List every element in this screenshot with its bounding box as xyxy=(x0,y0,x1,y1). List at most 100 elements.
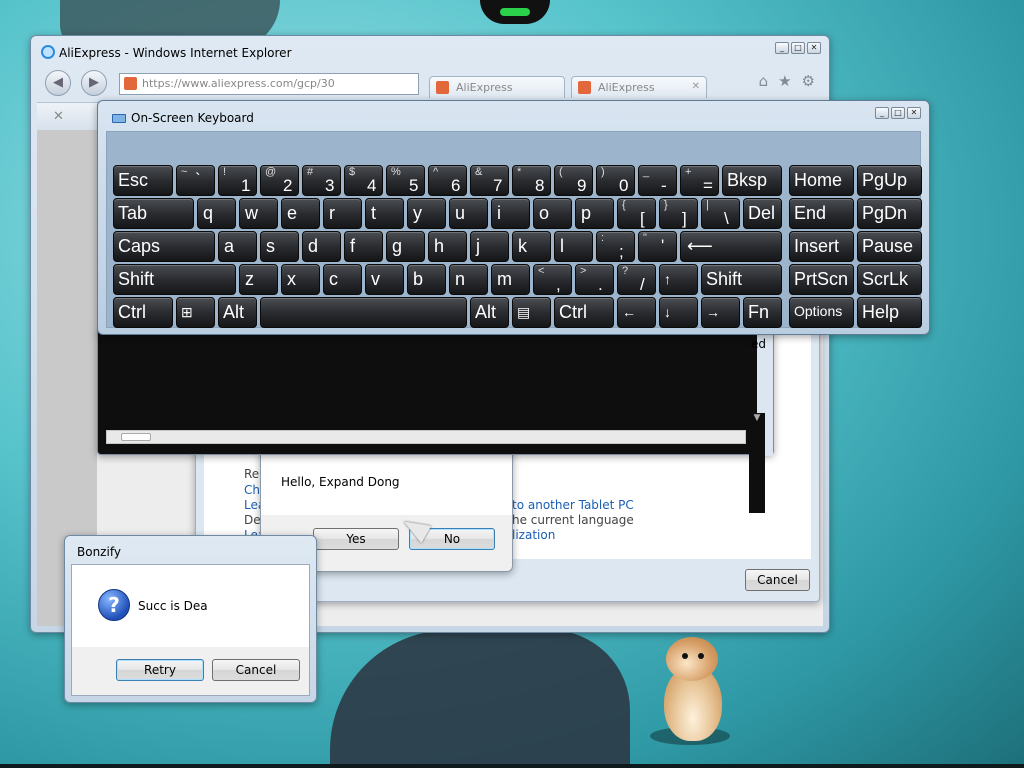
key-ctrl-left[interactable]: Ctrl xyxy=(113,297,173,328)
tab-aliexpress-2[interactable]: AliExpress ✕ xyxy=(571,76,707,98)
key-esc[interactable]: Esc xyxy=(113,165,173,196)
key-arrow-up[interactable]: ↑ xyxy=(659,264,698,295)
key-home[interactable]: Home xyxy=(789,165,854,196)
key-9[interactable]: (9 xyxy=(554,165,593,196)
settings-link[interactable]: lization xyxy=(512,528,555,542)
key-insert[interactable]: Insert xyxy=(789,231,854,262)
key-arrow-right[interactable]: → xyxy=(701,297,740,328)
key-3[interactable]: #3 xyxy=(302,165,341,196)
key-enter[interactable]: ⟵ xyxy=(680,231,782,262)
key-left-bracket[interactable]: {[ xyxy=(617,198,656,229)
key-d[interactable]: d xyxy=(302,231,341,262)
key-2[interactable]: @2 xyxy=(260,165,299,196)
key-options[interactable]: Options xyxy=(789,297,854,328)
key-prtscn[interactable]: PrtScn xyxy=(789,264,854,295)
key-minus[interactable]: _ - xyxy=(638,165,677,196)
key-6[interactable]: ^ 6 xyxy=(428,165,467,196)
key-semicolon[interactable]: :; xyxy=(596,231,635,262)
key-j[interactable]: j xyxy=(470,231,509,262)
key-pgup[interactable]: PgUp xyxy=(857,165,922,196)
key-n[interactable]: n xyxy=(449,264,488,295)
key-quote[interactable]: " ' xyxy=(638,231,677,262)
tab-aliexpress-1[interactable]: AliExpress xyxy=(429,76,565,98)
key-caps[interactable]: Caps xyxy=(113,231,215,262)
key-tilde[interactable]: ~ ` xyxy=(176,165,215,196)
bonzify-cancel-button[interactable]: Cancel xyxy=(212,659,300,681)
key-backslash[interactable]: | \ xyxy=(701,198,740,229)
key-help[interactable]: Help xyxy=(857,297,922,328)
key-k[interactable]: k xyxy=(512,231,551,262)
key-i[interactable]: i xyxy=(491,198,530,229)
key-5[interactable]: % 5 xyxy=(386,165,425,196)
key-space[interactable] xyxy=(260,297,467,328)
horizontal-scrollbar[interactable] xyxy=(106,430,746,444)
back-icon[interactable]: ◀ xyxy=(45,70,71,96)
key-u[interactable]: u xyxy=(449,198,488,229)
key-fn[interactable]: Fn xyxy=(743,297,782,328)
key-period[interactable]: >. xyxy=(575,264,614,295)
hamster-mascot[interactable] xyxy=(650,635,730,745)
key-a[interactable]: a xyxy=(218,231,257,262)
scroll-down-icon[interactable]: ▼ xyxy=(749,413,765,513)
key-c[interactable]: c xyxy=(323,264,362,295)
key-p[interactable]: p xyxy=(575,198,614,229)
key-w[interactable]: w xyxy=(239,198,278,229)
close-button[interactable]: ✕ xyxy=(907,107,921,119)
key-arrow-left[interactable]: ← xyxy=(617,297,656,328)
key-shift-right[interactable]: Shift xyxy=(701,264,782,295)
key-tab[interactable]: Tab xyxy=(113,198,194,229)
key-r[interactable]: r xyxy=(323,198,362,229)
scrollbar-thumb[interactable] xyxy=(121,433,151,441)
favorites-icon[interactable]: ★ xyxy=(778,72,791,90)
minimize-button[interactable]: _ xyxy=(875,107,889,119)
key-t[interactable]: t xyxy=(365,198,404,229)
key-7[interactable]: & 7 xyxy=(470,165,509,196)
key-shift-left[interactable]: Shift xyxy=(113,264,236,295)
address-bar[interactable]: https://www.aliexpress.com/gcp/30 xyxy=(119,73,419,95)
key-backspace[interactable]: Bksp xyxy=(722,165,782,196)
yes-button[interactable]: Yes xyxy=(313,528,399,550)
key-0[interactable]: ) 0 xyxy=(596,165,635,196)
key-windows[interactable]: ⊞ xyxy=(176,297,215,328)
key-scrlk[interactable]: ScrLk xyxy=(857,264,922,295)
close-button[interactable]: ✕ xyxy=(807,42,821,54)
key-o[interactable]: o xyxy=(533,198,572,229)
key-del[interactable]: Del xyxy=(743,198,782,229)
tab-close-icon[interactable]: ✕ xyxy=(692,81,700,92)
key-right-bracket[interactable]: }] xyxy=(659,198,698,229)
key-alt-left[interactable]: Alt xyxy=(218,297,257,328)
settings-link[interactable]: Ch xyxy=(244,483,260,497)
key-g[interactable]: g xyxy=(386,231,425,262)
key-equals[interactable]: + = xyxy=(680,165,719,196)
key-q[interactable]: q xyxy=(197,198,236,229)
key-v[interactable]: v xyxy=(365,264,404,295)
key-1[interactable]: ! 1 xyxy=(218,165,257,196)
forward-icon[interactable]: ▶ xyxy=(81,70,107,96)
key-f[interactable]: f xyxy=(344,231,383,262)
key-slash[interactable]: ? / xyxy=(617,264,656,295)
key-e[interactable]: e xyxy=(281,198,320,229)
key-m[interactable]: m xyxy=(491,264,530,295)
key-end[interactable]: End xyxy=(789,198,854,229)
tools-gear-icon[interactable]: ⚙ xyxy=(802,72,815,90)
key-l[interactable]: l xyxy=(554,231,593,262)
key-comma[interactable]: <, xyxy=(533,264,572,295)
key-8[interactable]: * 8 xyxy=(512,165,551,196)
key-y[interactable]: y xyxy=(407,198,446,229)
maximize-button[interactable]: □ xyxy=(791,42,805,54)
key-4[interactable]: $4 xyxy=(344,165,383,196)
key-alt-right[interactable]: Alt xyxy=(470,297,509,328)
key-menu[interactable]: ▤ xyxy=(512,297,551,328)
stop-icon[interactable]: ✕ xyxy=(53,109,64,124)
key-z[interactable]: z xyxy=(239,264,278,295)
key-x[interactable]: x xyxy=(281,264,320,295)
retry-button[interactable]: Retry xyxy=(116,659,204,681)
key-arrow-down[interactable]: ↓ xyxy=(659,297,698,328)
key-pause[interactable]: Pause xyxy=(857,231,922,262)
tablet-cancel-button[interactable]: Cancel xyxy=(745,569,810,591)
minimize-button[interactable]: _ xyxy=(775,42,789,54)
key-b[interactable]: b xyxy=(407,264,446,295)
key-h[interactable]: h xyxy=(428,231,467,262)
home-icon[interactable]: ⌂ xyxy=(759,72,769,90)
maximize-button[interactable]: □ xyxy=(891,107,905,119)
